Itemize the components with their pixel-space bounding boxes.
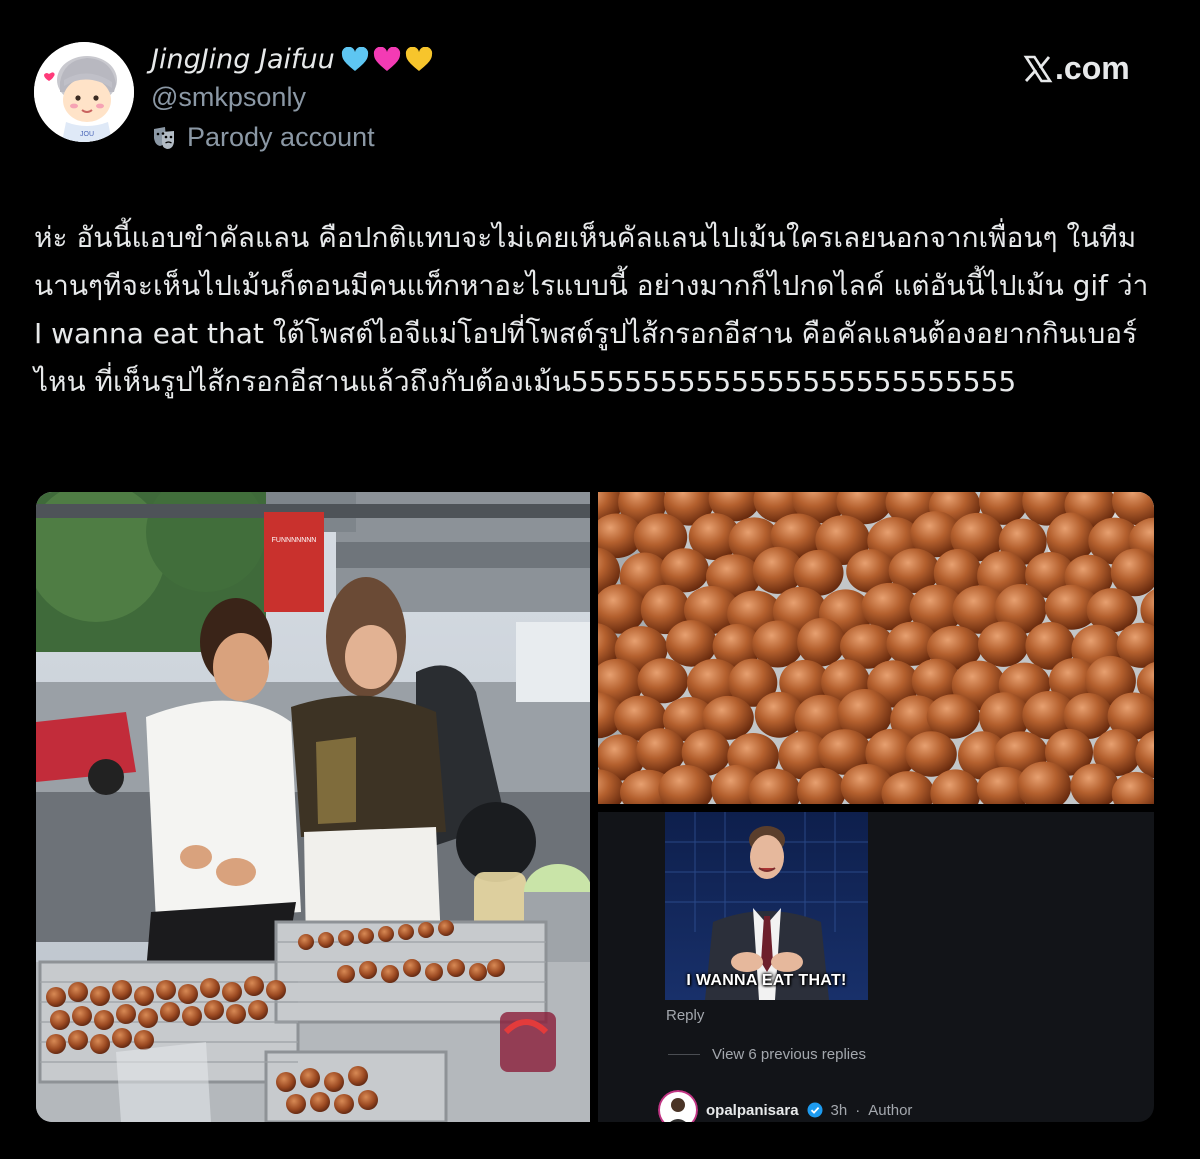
view-replies-text: View 6 previous replies: [712, 1046, 866, 1063]
tweet-text: ห่ะ อันนี้แอบขำคัลแลน คือปกติแทบจะไม่เคย…: [34, 221, 1158, 398]
avatar[interactable]: JOU: [34, 42, 134, 142]
gif-caption: I WANNA EAT THAT!: [686, 972, 847, 989]
svg-text:JOU: JOU: [80, 131, 94, 138]
media-grid[interactable]: FUNNNNNNN I WANNA EAT THAT! Reply View 6…: [36, 492, 1154, 1122]
display-name-text: JingJing Jaifuu: [151, 44, 335, 75]
cartoon-avatar-icon: JOU: [34, 42, 134, 142]
sausage-closeup-illustration: [598, 492, 1154, 804]
reply-thread-line: [668, 1054, 700, 1055]
sign-text: FUNNNNNNN: [272, 537, 317, 544]
yellow-heart-icon: [405, 46, 432, 71]
view-replies-link[interactable]: View 6 previous replies: [668, 1046, 866, 1063]
street-food-vendor-photo[interactable]: FUNNNNNNN: [36, 492, 590, 1122]
comment-author-row: opalpanisara 3h · Author: [658, 1090, 912, 1122]
author-name[interactable]: opalpanisara: [706, 1102, 799, 1119]
x-brand-text: .com: [1055, 50, 1130, 86]
author-tag: Author: [868, 1101, 913, 1119]
display-name[interactable]: JingJing Jaifuu: [151, 44, 433, 75]
theater-mask-icon: [154, 126, 174, 149]
instagram-comment-screenshot[interactable]: I WANNA EAT THAT! Reply View 6 previous …: [598, 812, 1154, 1122]
author-avatar-icon: [658, 1090, 698, 1122]
street-food-vendor-illustration: FUNNNNNNN: [36, 492, 590, 1122]
author-avatar[interactable]: [658, 1090, 698, 1122]
sausage-shape: [905, 731, 957, 777]
x-brand[interactable]: .com: [1022, 50, 1130, 87]
sausage-shape: [797, 618, 846, 667]
grilled-isan-sausage-photo[interactable]: [598, 492, 1154, 804]
verified-badge-icon: [807, 1102, 823, 1118]
reply-button[interactable]: Reply: [666, 1007, 704, 1024]
parody-label: Parody account: [151, 122, 375, 153]
pink-heart-icon: [373, 46, 400, 71]
dot-separator: ·: [855, 1101, 861, 1119]
user-handle[interactable]: @smkpsonly: [151, 82, 306, 113]
heart-emojis: [341, 46, 433, 73]
light-blue-heart-icon: [341, 46, 368, 71]
parody-label-text: Parody account: [187, 122, 375, 152]
x-logo-icon: [1023, 55, 1053, 82]
comment-time: 3h: [830, 1101, 848, 1119]
gif-thumbnail[interactable]: I WANNA EAT THAT!: [665, 812, 868, 1000]
sausage-shape: [978, 621, 1029, 667]
